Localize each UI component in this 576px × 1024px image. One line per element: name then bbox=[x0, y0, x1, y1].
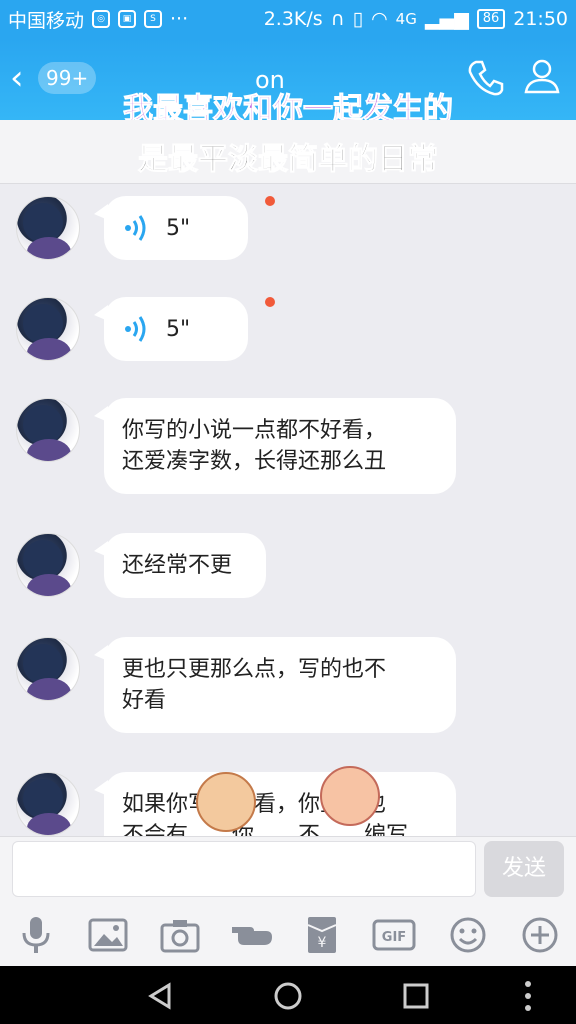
lyric-line-2: 是最平淡最简单的日常 bbox=[138, 142, 439, 178]
message-text-line: 还爱凑字数，长得还那么丑 bbox=[122, 449, 387, 474]
voice-duration: 5" bbox=[166, 215, 191, 241]
home-icon[interactable] bbox=[270, 978, 306, 1014]
avatar[interactable] bbox=[16, 637, 80, 701]
bunny-girl-sticker bbox=[320, 766, 380, 826]
red-packet-icon[interactable]: ¥ bbox=[300, 913, 344, 957]
chat-list[interactable]: 5" 5" 你写的小说一点都不好看， 还爱凑字数，长得还那么丑 还经常不更 更也… bbox=[0, 184, 576, 836]
voice-duration: 5" bbox=[166, 316, 191, 342]
input-toolbar: ¥ GIF bbox=[0, 913, 576, 961]
network-type: 4G bbox=[395, 10, 417, 28]
voice-wave-icon bbox=[125, 316, 146, 342]
gif-icon[interactable]: GIF bbox=[372, 913, 416, 957]
back-icon[interactable] bbox=[142, 978, 178, 1014]
avatar[interactable] bbox=[16, 196, 80, 260]
carrier-name: 中国移动 bbox=[8, 9, 85, 32]
camera-icon[interactable] bbox=[158, 913, 202, 957]
headphone-icon: ∩ bbox=[330, 8, 345, 30]
net-speed: 2.3K/s bbox=[263, 8, 323, 30]
voice-wave-icon bbox=[125, 215, 146, 241]
menu-dots-icon[interactable] bbox=[510, 978, 546, 1014]
app-icon: ▣ bbox=[118, 10, 137, 28]
svg-text:GIF: GIF bbox=[382, 930, 406, 945]
message-text-line: 你写的小说一点都不好看， bbox=[122, 418, 387, 443]
wifi-icon: ◠ bbox=[371, 8, 388, 30]
message-text-line: 好看 bbox=[122, 688, 167, 713]
text-message-bubble[interactable]: 更也只更那么点，写的也不 好看 bbox=[94, 637, 456, 733]
recents-icon[interactable] bbox=[398, 978, 434, 1014]
more-icon: ··· bbox=[170, 8, 189, 30]
text-message-bubble[interactable]: 如果你写的好看，你至少也 不会有……你……不……编写 bbox=[94, 772, 456, 836]
status-bar: 中国移动 ◎ ▣ S ··· 2.3K/s ∩ ▯ ◠ 4G ▂▄▆ 86 21… bbox=[0, 0, 576, 38]
unread-dot bbox=[265, 196, 275, 206]
image-icon[interactable] bbox=[86, 913, 130, 957]
navigation-bar bbox=[0, 966, 576, 1024]
svg-text:¥: ¥ bbox=[318, 935, 327, 951]
message-text-line: 还经常不更 bbox=[122, 553, 233, 578]
message-text-line: 如果你写的好看，你至少也 bbox=[122, 789, 438, 820]
notification-icon: ◎ bbox=[92, 10, 111, 28]
microphone-icon[interactable] bbox=[14, 913, 58, 957]
emoji-icon[interactable] bbox=[446, 913, 490, 957]
avatar[interactable] bbox=[16, 772, 80, 836]
vibrate-icon: ▯ bbox=[352, 8, 364, 30]
title-bar: ‹ 99+ on 我最喜欢和你一起发生的 bbox=[0, 38, 576, 128]
send-button[interactable]: 发送 bbox=[484, 841, 564, 897]
hand-icon[interactable] bbox=[230, 913, 274, 957]
cartoon-boy-sticker bbox=[196, 772, 256, 832]
message-input[interactable] bbox=[12, 841, 476, 897]
voice-message-bubble[interactable]: 5" bbox=[94, 297, 248, 361]
voice-message-bubble[interactable]: 5" bbox=[94, 196, 248, 260]
battery-icon: 86 bbox=[476, 9, 506, 29]
clock: 21:50 bbox=[513, 8, 568, 30]
avatar[interactable] bbox=[16, 533, 80, 597]
avatar[interactable] bbox=[16, 297, 80, 361]
text-message-bubble[interactable]: 你写的小说一点都不好看， 还爱凑字数，长得还那么丑 bbox=[94, 398, 456, 494]
avatar[interactable] bbox=[16, 398, 80, 462]
lyric-strip: 是最平淡最简单的日常 bbox=[0, 120, 576, 184]
input-area: 发送 ¥ GIF bbox=[0, 836, 576, 966]
sina-icon: S bbox=[144, 10, 163, 28]
plus-icon[interactable] bbox=[518, 913, 562, 957]
signal-icon: ▂▄▆ bbox=[424, 8, 469, 30]
text-message-bubble[interactable]: 还经常不更 bbox=[94, 533, 266, 598]
message-text-line: 更也只更那么点，写的也不 bbox=[122, 657, 387, 682]
message-text-line: 不会有……你……不……编写 bbox=[122, 823, 409, 836]
unread-dot bbox=[265, 297, 275, 307]
